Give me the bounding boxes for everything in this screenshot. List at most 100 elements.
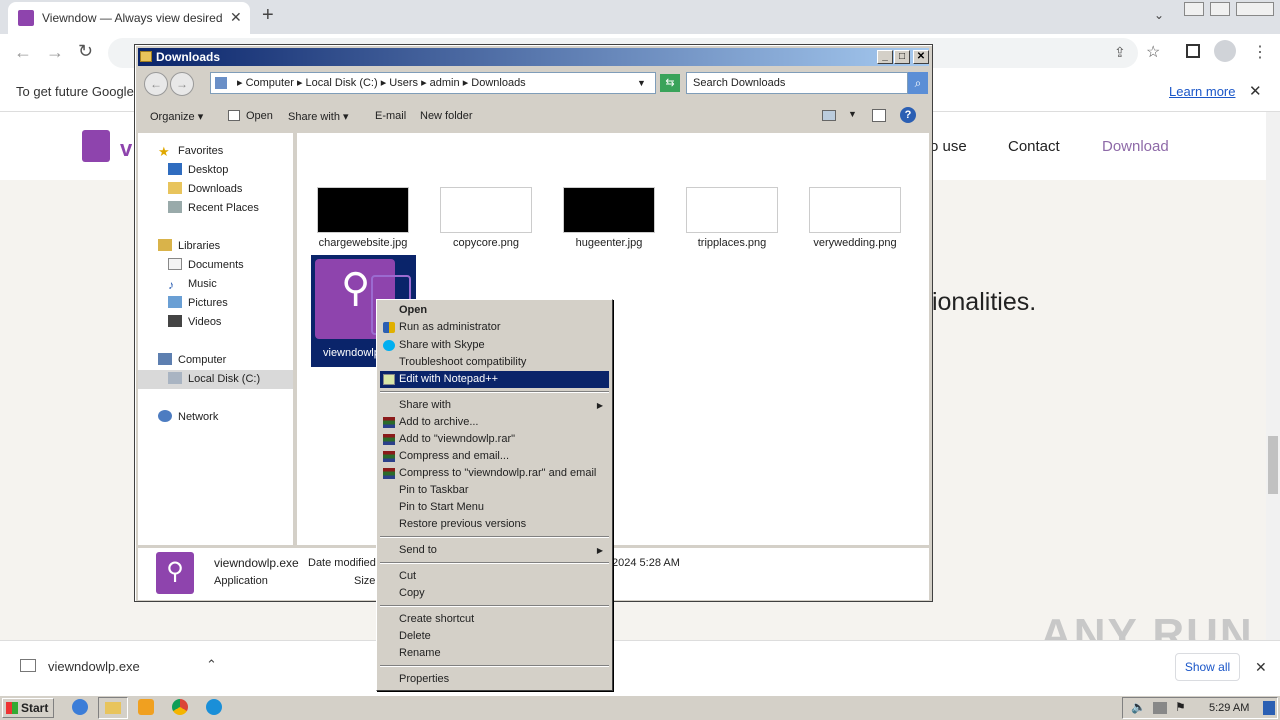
file-name[interactable]: tripplaces.png (672, 237, 792, 249)
bookmark-star-icon[interactable]: ☆ (1146, 42, 1160, 62)
view-options-icon[interactable] (822, 110, 836, 121)
start-button[interactable]: Start (2, 698, 54, 718)
nav-download[interactable]: Download (1102, 138, 1169, 155)
explorer-taskbar-button[interactable] (98, 697, 128, 719)
flag-icon[interactable]: ⚑ (1175, 700, 1186, 714)
ie-icon[interactable] (72, 699, 88, 715)
menu-edit-notepad[interactable]: Edit with Notepad++ (380, 371, 609, 388)
minimize-browser-icon[interactable] (1184, 2, 1204, 16)
scrollbar-thumb[interactable] (1268, 436, 1278, 494)
breadcrumb-admin[interactable]: admin (430, 77, 460, 89)
nav-downloads[interactable]: Downloads (168, 180, 242, 199)
media-player-icon[interactable] (138, 699, 154, 715)
file-thumbnail[interactable] (440, 187, 532, 233)
site-logo[interactable] (82, 130, 110, 162)
explorer-title-bar[interactable]: Downloads _ □ ✕ (138, 48, 929, 66)
refresh-icon[interactable]: ⇆ (660, 74, 680, 92)
address-breadcrumb[interactable]: ▸ Computer ▸ Local Disk (C:) ▸ Users ▸ a… (210, 72, 656, 94)
network-tray-icon[interactable] (1153, 702, 1167, 714)
nav-favorites[interactable]: ★ Favorites (158, 142, 223, 161)
menu-open[interactable]: Open (380, 302, 609, 319)
learn-more-link[interactable]: Learn more (1169, 84, 1235, 99)
side-panel-icon[interactable] (1186, 44, 1200, 58)
search-box[interactable]: Search Downloads (686, 72, 908, 94)
nav-pictures[interactable]: Pictures (168, 294, 228, 313)
new-tab-button[interactable]: + (262, 4, 274, 27)
restore-browser-icon[interactable] (1210, 2, 1230, 16)
file-thumbnail[interactable] (686, 187, 778, 233)
back-icon[interactable]: ← (14, 42, 32, 63)
breadcrumb-local-disk[interactable]: Local Disk (C:) (306, 77, 378, 89)
nav-documents[interactable]: Documents (168, 256, 244, 275)
file-name[interactable]: hugeenter.jpg (549, 237, 669, 249)
share-icon[interactable]: ⇪ (1114, 44, 1126, 61)
nav-how-to-use[interactable]: o use (930, 138, 967, 155)
close-icon[interactable]: ✕ (913, 50, 929, 64)
file-name[interactable]: chargewebsite.jpg (303, 237, 423, 249)
browser-tab[interactable]: Viewndow — Always view desired w ✕ (8, 2, 250, 34)
clock[interactable]: 5:29 AM (1209, 702, 1249, 714)
menu-delete[interactable]: Delete (380, 628, 609, 645)
menu-cut[interactable]: Cut (380, 568, 609, 585)
menu-rename[interactable]: Rename (380, 645, 609, 662)
share-with-button[interactable]: Share with ▾ (288, 110, 349, 123)
dropdown-arrow-icon[interactable]: ▼ (637, 73, 646, 93)
close-infobar-icon[interactable]: ✕ (1249, 82, 1262, 100)
edge-icon[interactable] (206, 699, 222, 715)
chrome-icon[interactable] (172, 699, 188, 715)
menu-troubleshoot[interactable]: Troubleshoot compatibility (380, 354, 609, 371)
view-dropdown-icon[interactable]: ▼ (848, 109, 857, 119)
nav-computer[interactable]: Computer (158, 351, 226, 370)
nav-desktop[interactable]: Desktop (168, 161, 228, 180)
menu-create-shortcut[interactable]: Create shortcut (380, 611, 609, 628)
menu-properties[interactable]: Properties (380, 671, 609, 688)
menu-pin-start[interactable]: Pin to Start Menu (380, 499, 609, 516)
nav-libraries[interactable]: Libraries (158, 237, 220, 256)
breadcrumb-computer[interactable]: Computer (246, 77, 294, 89)
show-all-button[interactable]: Show all (1175, 653, 1240, 681)
file-name[interactable]: verywedding.png (795, 237, 915, 249)
file-name[interactable]: copycore.png (426, 237, 546, 249)
minimize-icon[interactable]: _ (877, 50, 893, 64)
menu-add-rar[interactable]: Add to "viewndowlp.rar" (380, 431, 609, 448)
help-icon[interactable]: ? (900, 107, 916, 123)
nav-local-disk[interactable]: Local Disk (C:) (138, 370, 293, 389)
menu-restore-versions[interactable]: Restore previous versions (380, 516, 609, 533)
page-scrollbar[interactable] (1266, 112, 1280, 640)
download-item-name[interactable]: viewndowlp.exe (48, 659, 140, 674)
menu-compress-email[interactable]: Compress and email... (380, 448, 609, 465)
profile-avatar[interactable] (1214, 40, 1236, 62)
menu-pin-taskbar[interactable]: Pin to Taskbar (380, 482, 609, 499)
file-thumbnail[interactable] (809, 187, 901, 233)
volume-icon[interactable]: 🔈 (1131, 700, 1146, 714)
menu-compress-rar-email[interactable]: Compress to "viewndowlp.rar" and email (380, 465, 609, 482)
maximize-icon[interactable]: □ (894, 50, 910, 64)
close-tab-icon[interactable]: ✕ (230, 9, 242, 26)
nav-music[interactable]: ♪ Music (168, 275, 217, 294)
tab-search-icon[interactable]: ⌄ (1154, 8, 1164, 22)
close-browser-icon[interactable] (1236, 2, 1274, 16)
forward-icon[interactable]: → (46, 42, 64, 63)
new-folder-button[interactable]: New folder (420, 110, 473, 122)
open-button[interactable]: Open (246, 110, 273, 122)
menu-add-archive[interactable]: Add to archive... (380, 414, 609, 431)
search-icon[interactable]: ⌕ (908, 72, 928, 94)
nav-recent-places[interactable]: Recent Places (168, 199, 259, 218)
menu-share-with[interactable]: Share with ▶ (380, 397, 609, 414)
file-thumbnail[interactable] (563, 187, 655, 233)
show-desktop-icon[interactable] (1263, 701, 1275, 715)
breadcrumb-downloads[interactable]: Downloads (471, 77, 525, 89)
menu-share-skype[interactable]: Share with Skype (380, 337, 609, 354)
browser-menu-icon[interactable]: ⋮ (1252, 42, 1268, 62)
nav-contact[interactable]: Contact (1008, 138, 1060, 155)
preview-pane-icon[interactable] (872, 109, 886, 122)
nav-network[interactable]: Network (158, 408, 218, 427)
email-button[interactable]: E-mail (375, 110, 406, 122)
menu-run-as-admin[interactable]: Run as administrator (380, 319, 609, 336)
forward-arrow-icon[interactable]: → (170, 72, 194, 96)
close-download-bar-icon[interactable]: ✕ (1255, 659, 1267, 676)
organize-button[interactable]: Organize ▾ (150, 110, 203, 123)
menu-copy[interactable]: Copy (380, 585, 609, 602)
reload-icon[interactable]: ↻ (78, 41, 93, 62)
nav-videos[interactable]: Videos (168, 313, 221, 332)
